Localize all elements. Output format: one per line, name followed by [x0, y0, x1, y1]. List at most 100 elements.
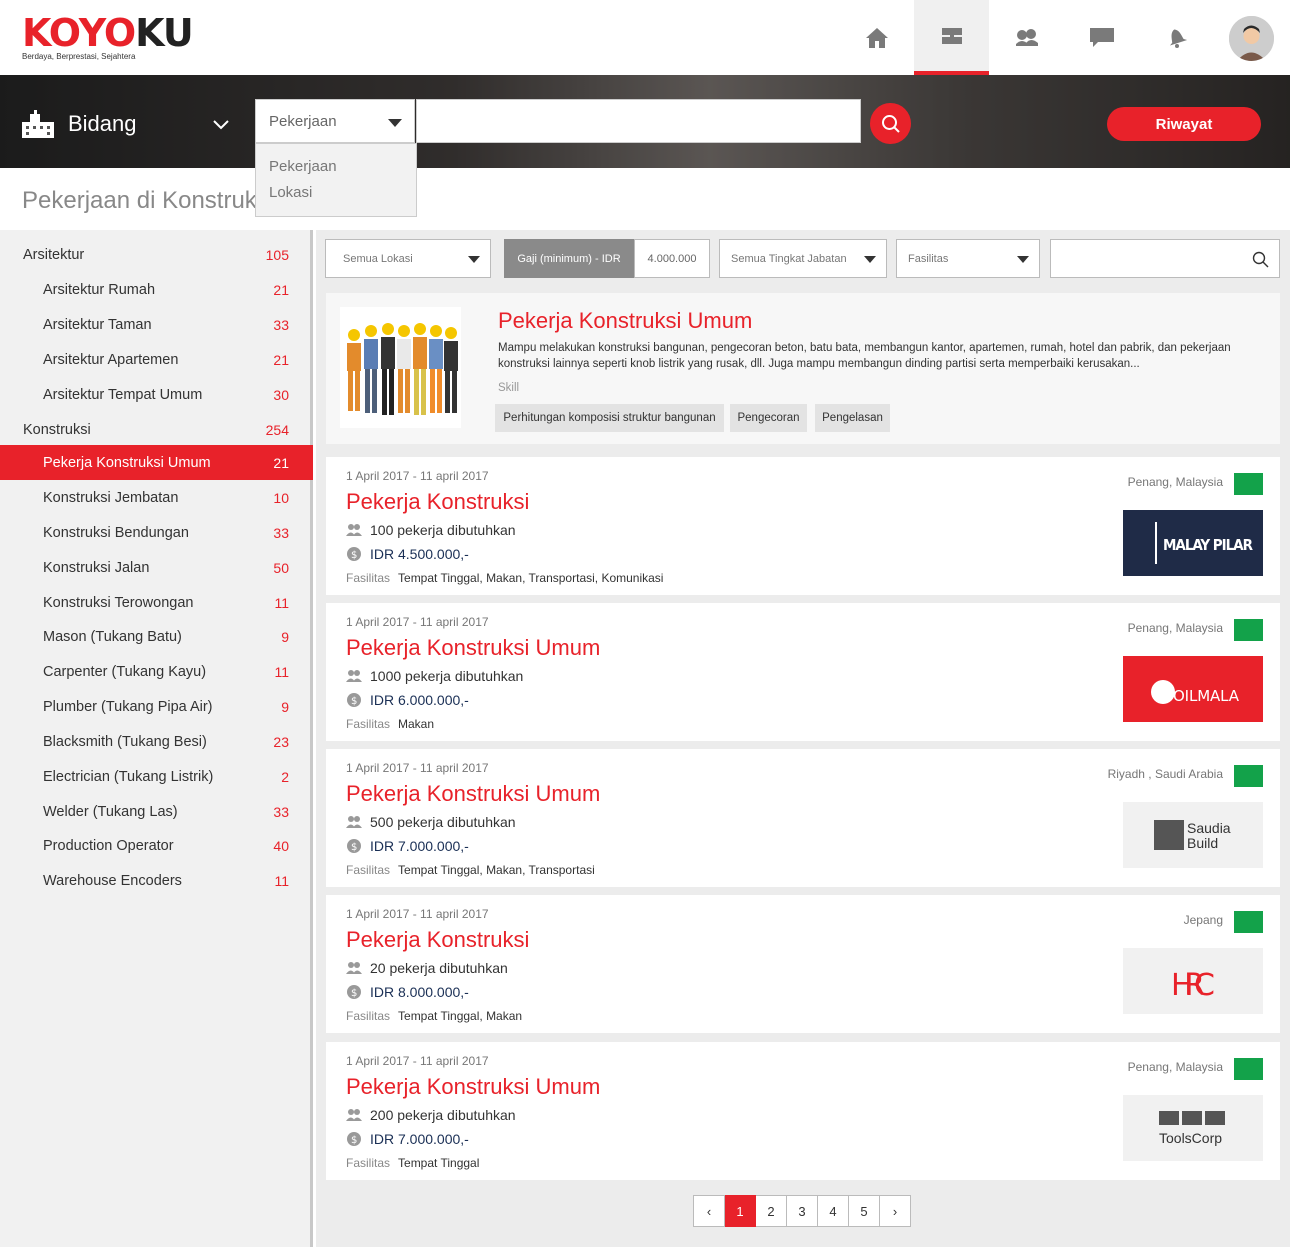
page-button[interactable]: 4 [818, 1195, 849, 1227]
location-filter[interactable]: Semua Lokasi [325, 239, 491, 278]
facilities-value: Tempat Tinggal, Makan [398, 1009, 523, 1023]
sidebar-item-label: Arsitektur [23, 246, 85, 263]
sidebar-item[interactable]: Konstruksi Jembatan 10 [0, 480, 313, 515]
sidebar-item[interactable]: Arsitektur Apartemen 21 [0, 342, 313, 377]
job-location: Penang, Malaysia [1127, 1060, 1223, 1074]
page-button[interactable]: 1 [725, 1195, 756, 1227]
sidebar-item[interactable]: Welder (Tukang Las) 33 [0, 794, 313, 829]
job-facilities: Fasilitas Makan [346, 717, 434, 731]
sidebar-item[interactable]: Warehouse Encoders 11 [0, 863, 313, 898]
svg-text:$: $ [351, 1135, 357, 1146]
search-type-select[interactable]: Pekerjaan [255, 99, 415, 143]
prev-page-button[interactable]: ‹ [693, 1195, 725, 1227]
logo[interactable]: KOYOKU Berdaya, Berprestasi, Sejahtera [22, 14, 194, 61]
sidebar-item-label: Konstruksi Terowongan [43, 594, 194, 611]
page-button[interactable]: 5 [849, 1195, 880, 1227]
sidebar-item-count: 11 [274, 594, 289, 611]
caret-down-icon [388, 119, 402, 127]
search-button[interactable] [870, 103, 911, 144]
svg-text:Build: Build [1187, 835, 1218, 851]
sidebar-item[interactable]: Electrician (Tukang Listrik) 2 [0, 759, 313, 794]
salary-filter-input[interactable]: 4.000.000 [634, 239, 710, 278]
sidebar-item-label: Carpenter (Tukang Kayu) [43, 663, 207, 680]
facility-filter[interactable]: Fasilitas [896, 239, 1040, 278]
sidebar-item[interactable]: Arsitektur Taman 33 [0, 307, 313, 342]
dropdown-option-lokasi[interactable]: Lokasi [256, 184, 416, 210]
sidebar-item[interactable]: Konstruksi 254 [0, 412, 313, 447]
sidebar-item[interactable]: Konstruksi Jalan 50 [0, 550, 313, 585]
job-title[interactable]: Pekerja Konstruksi [346, 489, 529, 515]
sidebar-item[interactable]: Plumber (Tukang Pipa Air) 9 [0, 689, 313, 724]
sidebar-item-count: 33 [273, 524, 289, 541]
job-card[interactable]: 1 April 2017 - 11 april 2017 Pekerja Kons… [326, 457, 1280, 595]
caret-down-icon [468, 256, 480, 263]
facilities-label: Fasilitas [346, 717, 391, 731]
job-card[interactable]: 1 April 2017 - 11 april 2017 Pekerja Kons… [326, 749, 1280, 887]
job-need: 500 pekerja dibutuhkan [346, 814, 516, 830]
position-filter[interactable]: Semua Tingkat Jabatan [719, 239, 887, 278]
position-filter-value: Semua Tingkat Jabatan [731, 252, 847, 265]
bidang-selector[interactable]: Bidang [22, 110, 137, 138]
company-logo[interactable]: OILMALA [1123, 656, 1263, 722]
sidebar-item[interactable]: Konstruksi Bendungan 33 [0, 515, 313, 550]
sidebar-item[interactable]: Mason (Tukang Batu) 9 [0, 619, 313, 654]
dropdown-option-pekerjaan[interactable]: Pekerjaan [256, 158, 416, 184]
salary-filter-label: Gaji (minimum) - IDR [504, 239, 634, 278]
page-button[interactable]: 3 [787, 1195, 818, 1227]
featured-job-title[interactable]: Pekerja Konstruksi Umum [498, 308, 752, 334]
job-card[interactable]: 1 April 2017 - 11 april 2017 Pekerja Kons… [326, 603, 1280, 741]
sidebar-item[interactable]: Konstruksi Terowongan 11 [0, 585, 313, 620]
job-title[interactable]: Pekerja Konstruksi Umum [346, 781, 600, 807]
sidebar-item[interactable]: Arsitektur 105 [0, 237, 313, 272]
job-need-text: 100 pekerja dibutuhkan [370, 522, 516, 538]
sidebar-item-label: Konstruksi Bendungan [43, 524, 189, 541]
sidebar-item-label: Production Operator [43, 837, 174, 854]
search-input[interactable] [416, 99, 861, 143]
svg-text:$: $ [351, 550, 357, 561]
job-date: 1 April 2017 - 11 april 2017 [346, 469, 489, 483]
sidebar-item[interactable]: Carpenter (Tukang Kayu) 11 [0, 654, 313, 689]
sidebar-item[interactable]: Blacksmith (Tukang Besi) 23 [0, 724, 313, 759]
sidebar-item-label: Welder (Tukang Las) [43, 803, 178, 820]
company-logo[interactable]: HRC [1123, 948, 1263, 1014]
job-card[interactable]: 1 April 2017 - 11 april 2017 Pekerja Kons… [326, 895, 1280, 1033]
company-logo[interactable]: MALAY PILAR [1123, 510, 1263, 576]
home-icon[interactable] [839, 0, 914, 75]
city-icon [22, 110, 54, 138]
sidebar-item[interactable]: Arsitektur Tempat Umum 30 [0, 377, 313, 412]
featured-job[interactable]: Pekerja Konstruksi Umum Mampu melakukan … [326, 293, 1280, 444]
next-page-button[interactable]: › [880, 1195, 911, 1227]
job-facilities: Fasilitas Tempat Tinggal, Makan, Transpor… [346, 863, 595, 877]
avatar[interactable] [1229, 16, 1274, 61]
bell-icon[interactable] [1139, 0, 1214, 75]
company-logo[interactable]: ToolsCorp [1123, 1095, 1263, 1161]
page-button[interactable]: 2 [756, 1195, 787, 1227]
chat-icon[interactable] [1064, 0, 1139, 75]
job-title[interactable]: Pekerja Konstruksi Umum [346, 1074, 600, 1100]
money-icon: $ [346, 1132, 362, 1146]
people-icon[interactable] [989, 0, 1064, 75]
flag-icon [1234, 473, 1263, 495]
job-title[interactable]: Pekerja Konstruksi Umum [346, 635, 600, 661]
category-sidebar: Arsitektur 105 Arsitektur Rumah 21 Arsitektu… [0, 230, 313, 1247]
company-logo[interactable]: Saudia Build [1123, 802, 1263, 868]
svg-text:$: $ [351, 842, 357, 853]
riwayat-button[interactable]: Riwayat [1107, 107, 1261, 141]
job-need-text: 500 pekerja dibutuhkan [370, 814, 516, 830]
sidebar-item[interactable]: Pekerja Konstruksi Umum 21 [0, 445, 313, 480]
sidebar-item-label: Konstruksi [23, 421, 91, 438]
job-title[interactable]: Pekerja Konstruksi [346, 927, 529, 953]
chevron-down-icon[interactable] [212, 118, 230, 136]
money-icon: $ [346, 839, 362, 853]
pagination: ‹ 1 2 3 4 5 › [693, 1195, 911, 1227]
search-type-dropdown: Pekerjaan Lokasi [255, 143, 417, 217]
job-salary-text: IDR 6.000.000,- [370, 692, 469, 708]
facilities-value: Tempat Tinggal, Makan, Transportasi [398, 863, 595, 877]
briefcase-icon[interactable] [914, 0, 989, 75]
top-navigation: KOYOKU Berdaya, Berprestasi, Sejahtera [0, 0, 1290, 75]
sidebar-item-count: 21 [273, 351, 289, 368]
job-card[interactable]: 1 April 2017 - 11 april 2017 Pekerja Kons… [326, 1042, 1280, 1180]
sidebar-item[interactable]: Production Operator 40 [0, 828, 313, 863]
sidebar-item[interactable]: Arsitektur Rumah 21 [0, 272, 313, 307]
keyword-filter-input[interactable] [1050, 239, 1280, 278]
